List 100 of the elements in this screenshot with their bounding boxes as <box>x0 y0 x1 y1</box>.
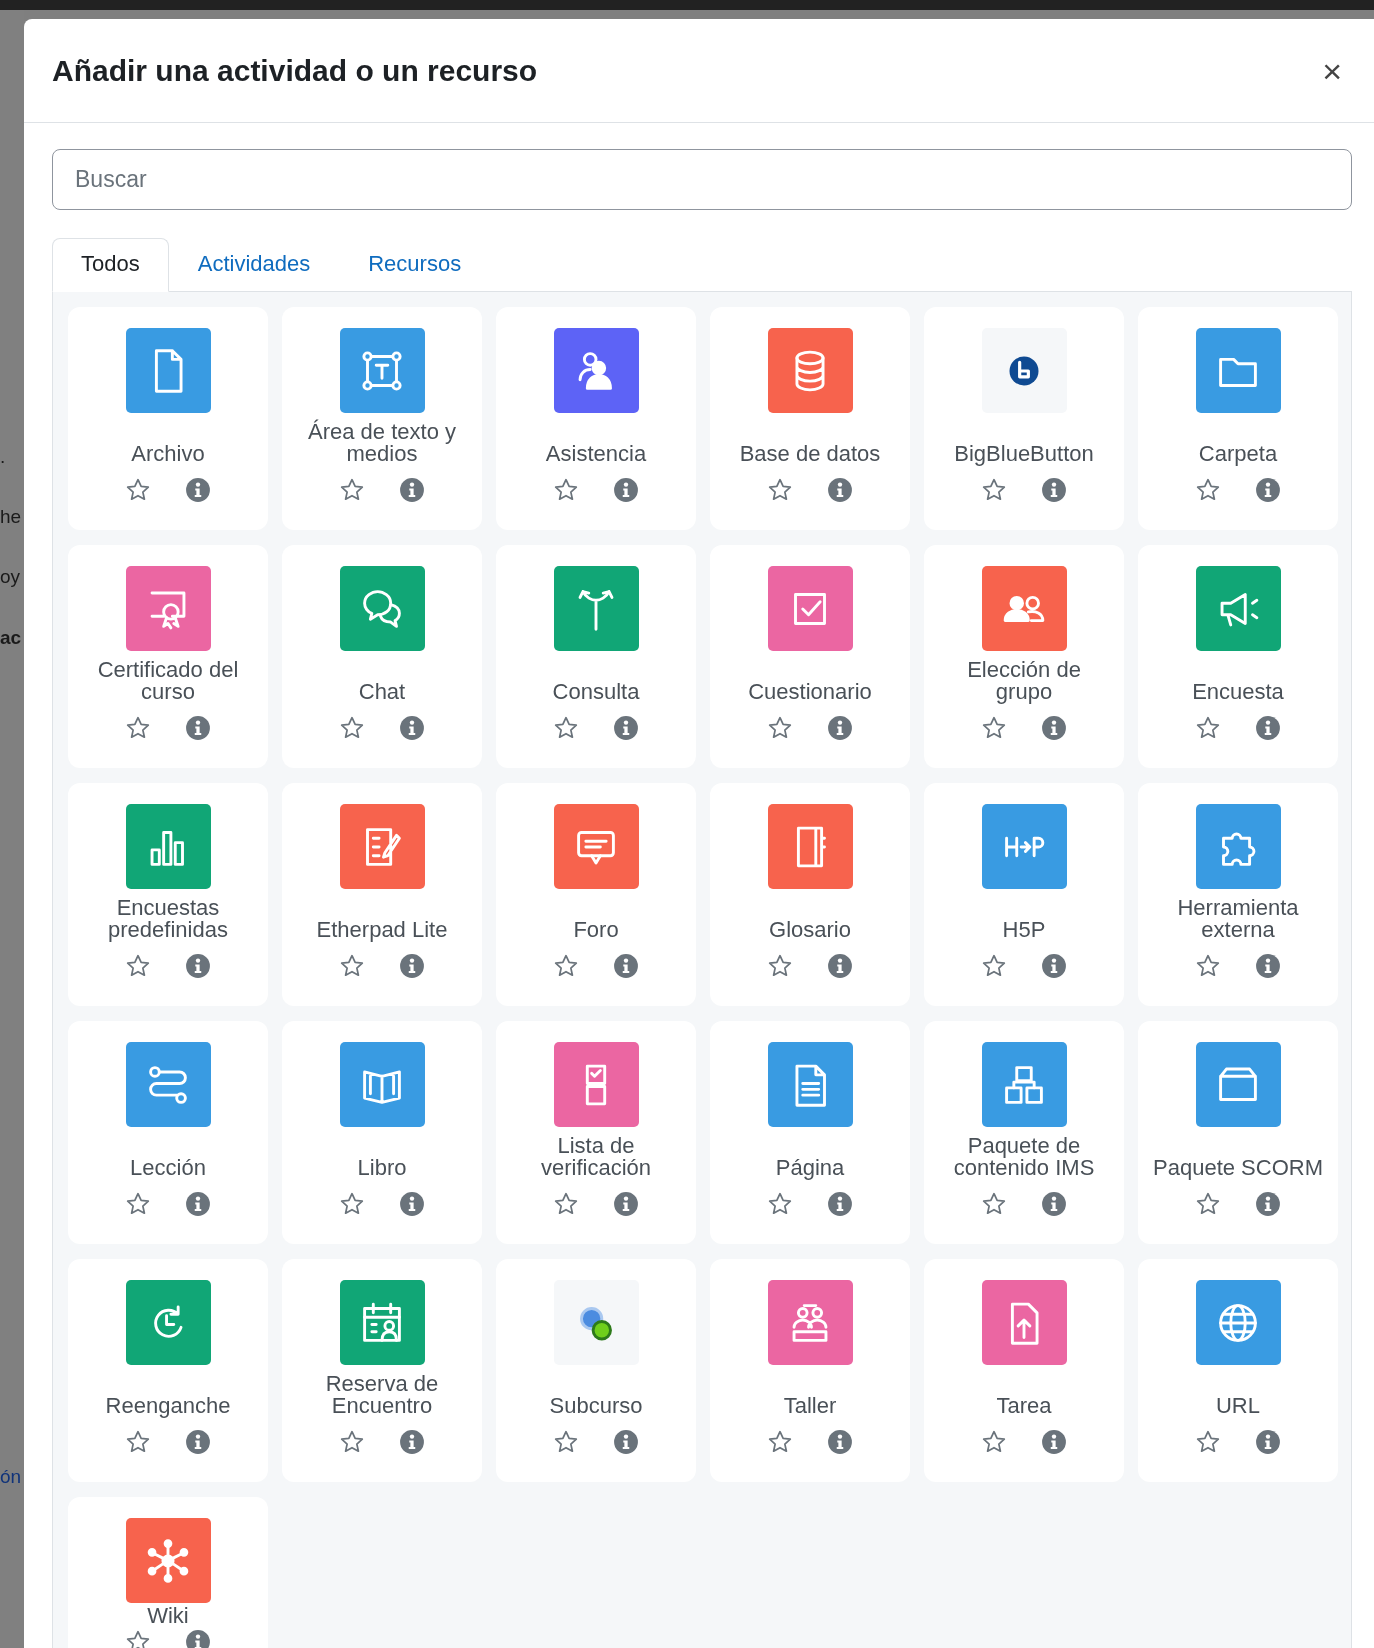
activity-card[interactable]: Elección de grupo <box>924 545 1124 768</box>
activity-name: Foro <box>572 916 620 941</box>
info-icon[interactable] <box>185 477 211 503</box>
star-icon[interactable] <box>981 1429 1007 1455</box>
activity-card[interactable]: Libro <box>282 1021 482 1244</box>
info-icon[interactable] <box>613 953 639 979</box>
info-icon[interactable] <box>399 715 425 741</box>
activity-card[interactable]: Carpeta <box>1138 307 1338 530</box>
star-icon[interactable] <box>1195 953 1221 979</box>
star-icon[interactable] <box>339 953 365 979</box>
star-icon[interactable] <box>767 1429 793 1455</box>
info-icon[interactable] <box>1255 1429 1281 1455</box>
activity-card[interactable]: Asistencia <box>496 307 696 530</box>
star-icon[interactable] <box>339 1191 365 1217</box>
star-icon[interactable] <box>1195 477 1221 503</box>
star-icon[interactable] <box>981 953 1007 979</box>
activity-card[interactable]: Cuestionario <box>710 545 910 768</box>
info-icon[interactable] <box>613 1191 639 1217</box>
star-icon[interactable] <box>981 1191 1007 1217</box>
info-icon[interactable] <box>399 477 425 503</box>
activity-card[interactable]: Wiki <box>68 1497 268 1648</box>
info-icon[interactable] <box>185 1629 211 1648</box>
star-icon[interactable] <box>125 953 151 979</box>
star-icon[interactable] <box>981 715 1007 741</box>
info-icon[interactable] <box>1041 1191 1067 1217</box>
activity-card[interactable]: H5P <box>924 783 1124 1006</box>
info-icon[interactable] <box>1255 715 1281 741</box>
info-icon[interactable] <box>1041 715 1067 741</box>
info-icon[interactable] <box>827 1429 853 1455</box>
activity-card[interactable]: Paquete de contenido IMS <box>924 1021 1124 1244</box>
star-icon[interactable] <box>553 477 579 503</box>
activity-card[interactable]: Taller <box>710 1259 910 1482</box>
star-icon[interactable] <box>553 953 579 979</box>
activity-card[interactable]: Lista de verificación <box>496 1021 696 1244</box>
activity-card[interactable]: Archivo <box>68 307 268 530</box>
activity-card[interactable]: Herramienta externa <box>1138 783 1338 1006</box>
info-icon[interactable] <box>1041 477 1067 503</box>
activity-card[interactable]: Lección <box>68 1021 268 1244</box>
info-icon[interactable] <box>399 953 425 979</box>
star-icon[interactable] <box>981 477 1007 503</box>
activity-card[interactable]: BigBlueButton <box>924 307 1124 530</box>
activity-card[interactable]: Etherpad Lite <box>282 783 482 1006</box>
star-icon[interactable] <box>767 953 793 979</box>
star-icon[interactable] <box>125 477 151 503</box>
star-icon[interactable] <box>339 1429 365 1455</box>
info-icon[interactable] <box>185 1429 211 1455</box>
tab[interactable]: Recursos <box>339 238 491 292</box>
star-icon[interactable] <box>1195 1429 1221 1455</box>
activity-card[interactable]: URL <box>1138 1259 1338 1482</box>
activity-card[interactable]: Área de texto y medios <box>282 307 482 530</box>
tab[interactable]: Todos <box>52 238 169 292</box>
info-icon[interactable] <box>827 715 853 741</box>
star-icon[interactable] <box>767 715 793 741</box>
star-icon[interactable] <box>767 477 793 503</box>
star-icon[interactable] <box>125 1629 151 1648</box>
activity-card[interactable]: Chat <box>282 545 482 768</box>
star-icon[interactable] <box>553 1191 579 1217</box>
activity-card[interactable]: Reenganche <box>68 1259 268 1482</box>
activity-card[interactable]: Foro <box>496 783 696 1006</box>
star-icon[interactable] <box>339 715 365 741</box>
info-icon[interactable] <box>827 1191 853 1217</box>
activity-card[interactable]: Glosario <box>710 783 910 1006</box>
info-icon[interactable] <box>185 953 211 979</box>
info-icon[interactable] <box>613 715 639 741</box>
star-icon[interactable] <box>553 715 579 741</box>
star-icon[interactable] <box>1195 1191 1221 1217</box>
info-icon[interactable] <box>1255 1191 1281 1217</box>
star-icon[interactable] <box>125 1191 151 1217</box>
activity-card[interactable]: Subcurso <box>496 1259 696 1482</box>
activity-card[interactable]: Encuesta <box>1138 545 1338 768</box>
activity-card[interactable]: Certificado del curso <box>68 545 268 768</box>
info-icon[interactable] <box>185 1191 211 1217</box>
star-icon[interactable] <box>553 1429 579 1455</box>
info-icon[interactable] <box>1255 477 1281 503</box>
info-icon[interactable] <box>399 1191 425 1217</box>
star-icon[interactable] <box>767 1191 793 1217</box>
activity-card[interactable]: Base de datos <box>710 307 910 530</box>
star-icon[interactable] <box>125 715 151 741</box>
info-icon[interactable] <box>827 477 853 503</box>
tab[interactable]: Actividades <box>168 238 340 292</box>
star-icon[interactable] <box>125 1429 151 1455</box>
info-icon[interactable] <box>1255 953 1281 979</box>
activity-name: Herramienta externa <box>1176 894 1300 941</box>
info-icon[interactable] <box>613 477 639 503</box>
activity-card[interactable]: Encuestas predefinidas <box>68 783 268 1006</box>
info-icon[interactable] <box>1041 953 1067 979</box>
info-icon[interactable] <box>399 1429 425 1455</box>
activity-card[interactable]: Reserva de Encuentro <box>282 1259 482 1482</box>
activity-card[interactable]: Página <box>710 1021 910 1244</box>
search-field[interactable]: Buscar <box>52 149 1352 210</box>
info-icon[interactable] <box>185 715 211 741</box>
close-button[interactable]: × <box>1316 53 1348 88</box>
info-icon[interactable] <box>1041 1429 1067 1455</box>
info-icon[interactable] <box>827 953 853 979</box>
info-icon[interactable] <box>613 1429 639 1455</box>
star-icon[interactable] <box>339 477 365 503</box>
activity-card[interactable]: Tarea <box>924 1259 1124 1482</box>
star-icon[interactable] <box>1195 715 1221 741</box>
activity-card[interactable]: Paquete SCORM <box>1138 1021 1338 1244</box>
activity-card[interactable]: Consulta <box>496 545 696 768</box>
